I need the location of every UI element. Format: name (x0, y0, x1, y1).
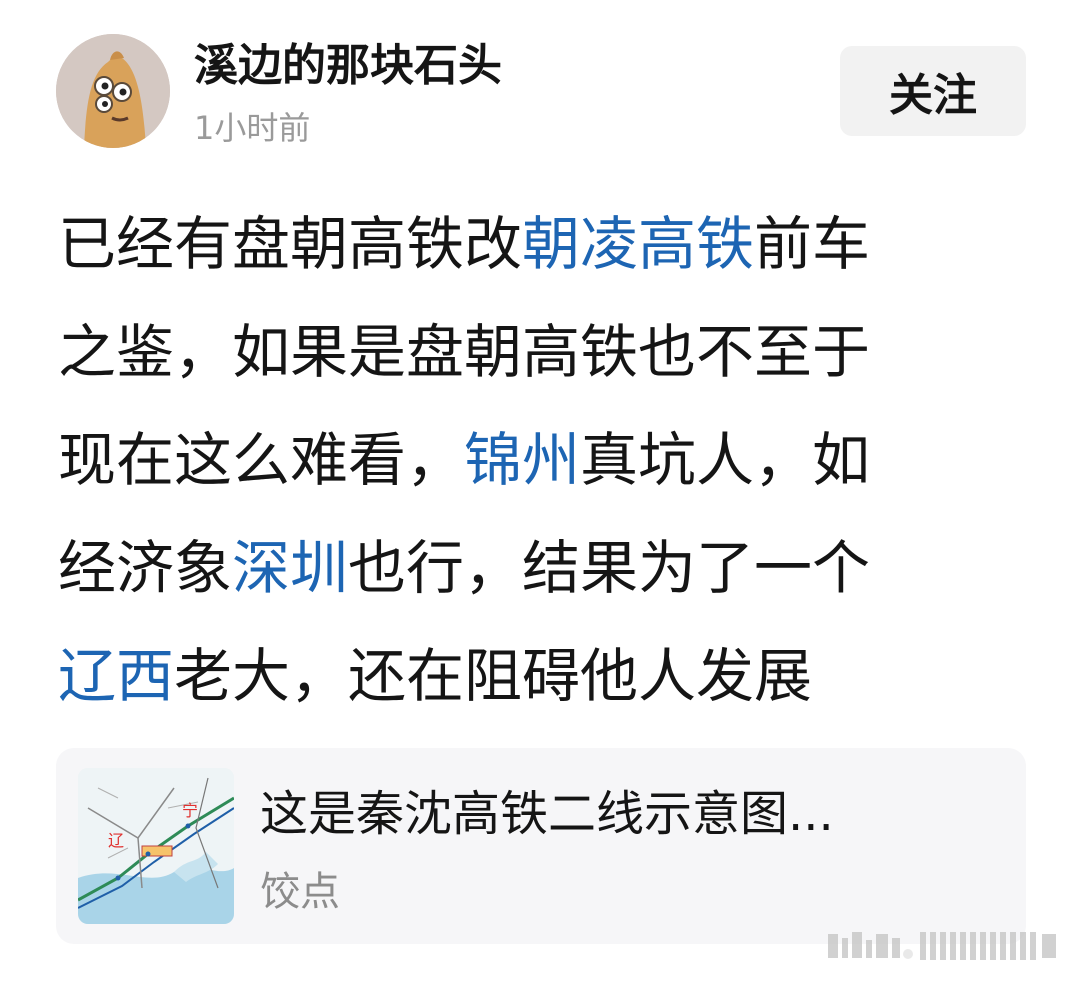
map-thumbnail: 辽 宁 (78, 768, 234, 924)
thumb-label-liao: 辽 (108, 831, 124, 850)
topic-link[interactable]: 深圳 (232, 534, 348, 602)
avatar-character-icon (56, 34, 170, 148)
topic-link[interactable]: 朝凌高铁 (522, 210, 754, 278)
post-text-segment: 现在这么难看， (58, 426, 465, 494)
post-text-segment: 之鉴，如果是盘朝高铁也不至于 (58, 318, 871, 386)
topic-link[interactable]: 辽西 (58, 642, 174, 710)
link-card-title: 这是秦沈高铁二线示意图... (260, 786, 834, 842)
railway-map-icon: 辽 宁 (78, 768, 234, 924)
post-line: 之鉴，如果是盘朝高铁也不至于 (58, 298, 998, 406)
post-line: 已经有盘朝高铁改朝凌高铁前车 (58, 190, 998, 298)
post-line: 现在这么难看，锦州真坑人，如 (58, 406, 998, 514)
thumb-label-ning: 宁 (182, 801, 198, 820)
avatar[interactable] (56, 34, 170, 148)
post-text-segment: 前车 (754, 210, 871, 278)
post-text-segment: 真坑人，如 (580, 426, 871, 494)
post-text-segment: 也行，结果为了一个 (348, 534, 871, 602)
post-header: 溪边的那块石头 1小时前 关注 (56, 34, 1026, 150)
post-line: 辽西老大，还在阻碍他人发展 (58, 622, 998, 730)
post-text-segment: 已经有盘朝高铁改 (58, 210, 523, 278)
link-card[interactable]: 辽 宁 这是秦沈高铁二线示意图... 饺点 (56, 748, 1026, 944)
watermark-icon (828, 932, 1056, 960)
post-time: 1小时前 (194, 109, 311, 147)
post-text: 已经有盘朝高铁改朝凌高铁前车 之鉴，如果是盘朝高铁也不至于 现在这么难看，锦州真坑人… (58, 190, 998, 730)
post-line: 经济象深圳也行，结果为了一个 (58, 514, 998, 622)
post-text-segment: 经济象 (58, 534, 233, 602)
link-card-source: 饺点 (260, 869, 340, 915)
author-name[interactable]: 溪边的那块石头 (194, 36, 502, 96)
topic-link[interactable]: 锦州 (464, 426, 580, 494)
follow-button[interactable]: 关注 (840, 46, 1026, 136)
post-text-segment: 老大，还在阻碍他人发展 (174, 642, 813, 710)
